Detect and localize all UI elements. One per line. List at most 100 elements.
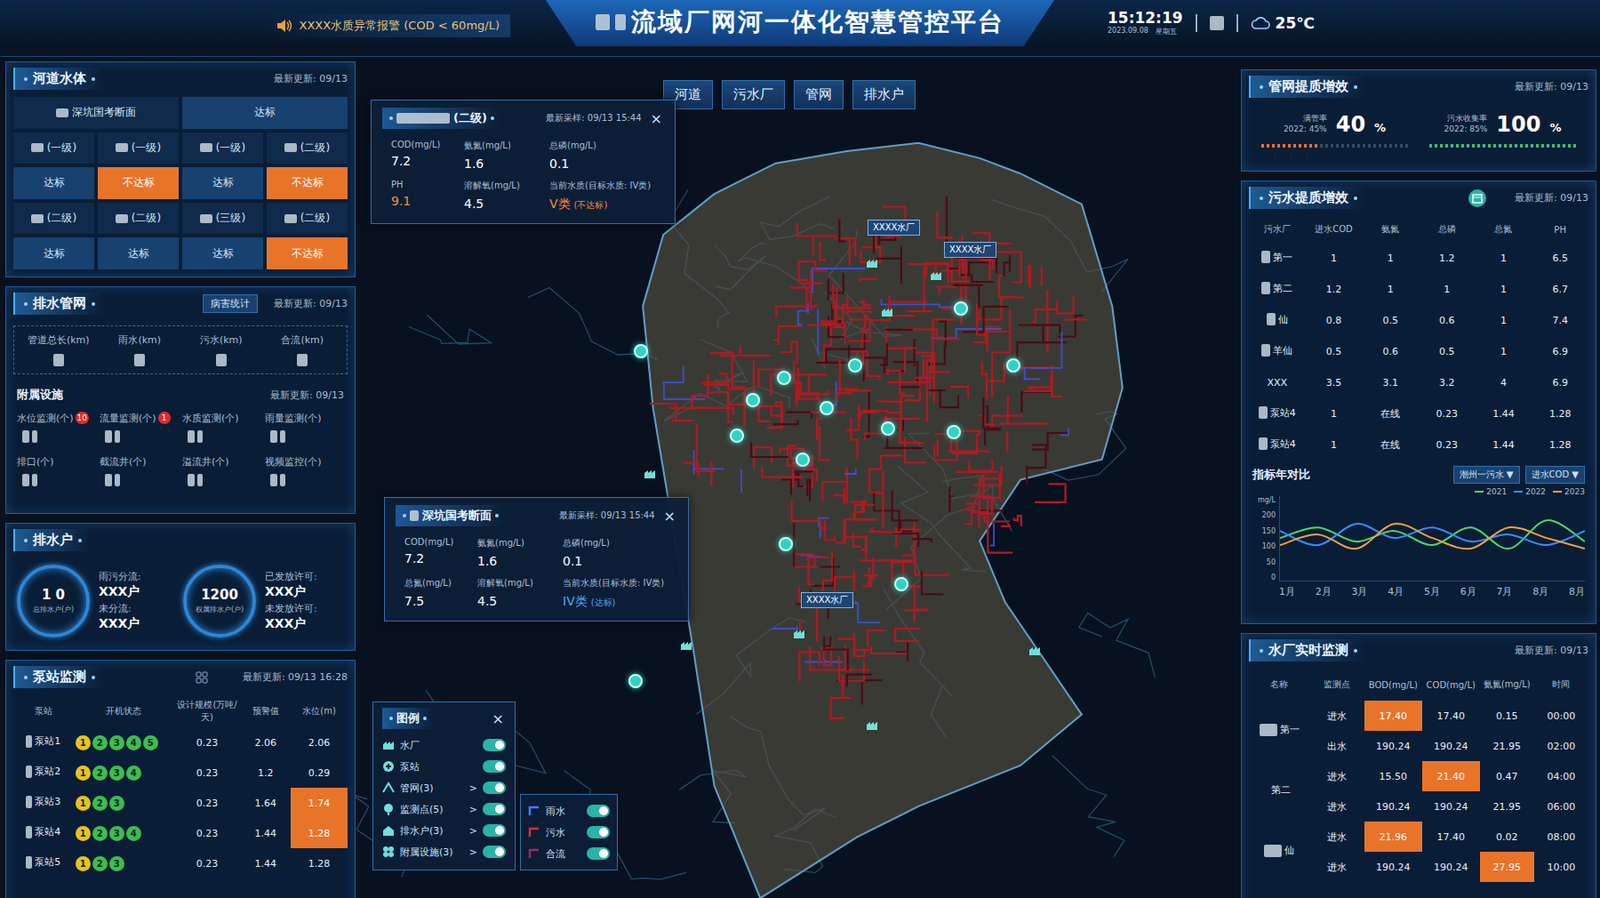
- expand-arrow[interactable]: >: [469, 824, 478, 837]
- toggle-switch[interactable]: [586, 804, 610, 817]
- reading-cell: 27.95: [1480, 851, 1535, 882]
- chart-select[interactable]: 进水COD ▼: [1525, 465, 1585, 484]
- masked-text: [25, 856, 32, 869]
- pipe-line: [862, 410, 903, 413]
- y-axis: mg/L200150100500: [1252, 496, 1276, 582]
- pipe-line: [781, 341, 798, 364]
- table-cell: 0.6: [1418, 304, 1476, 336]
- pipe-line: [822, 467, 848, 504]
- status-dot: 4: [126, 765, 142, 781]
- station-label: (三级): [216, 210, 246, 226]
- toggle-switch[interactable]: [482, 824, 506, 837]
- monitor-pin[interactable]: [776, 370, 792, 385]
- monitor-pin[interactable]: [819, 400, 834, 416]
- sewage-row: XXX3.53.13.246.9: [1248, 367, 1589, 399]
- plant-name: 羊仙: [1261, 344, 1293, 358]
- facility-name: 溢流井(个): [182, 455, 230, 469]
- pump-scale: 0.23: [173, 757, 240, 788]
- panel-title: 管网提质增效: [1248, 75, 1367, 98]
- close-button[interactable]: ×: [662, 507, 678, 525]
- station-status: 达标: [182, 167, 264, 200]
- pipe-line: [884, 368, 906, 394]
- monitor-pin[interactable]: [729, 428, 744, 443]
- chart-select[interactable]: 潮州一污水 ▼: [1453, 465, 1520, 484]
- toggle-switch[interactable]: [482, 738, 506, 752]
- monitor-pin[interactable]: [848, 358, 863, 373]
- monitor-pin[interactable]: [946, 424, 961, 440]
- map-tab[interactable]: 排水户: [852, 80, 916, 110]
- pipe-line: [864, 357, 885, 382]
- masked-text: [115, 214, 128, 224]
- plant-name-text: 仙: [1284, 843, 1295, 857]
- pipe-line: [792, 522, 795, 568]
- popup-title: 深坑国考断面: [395, 504, 506, 527]
- plant-name: 仙: [1264, 843, 1295, 857]
- plant-label[interactable]: XXXX水厂: [867, 219, 920, 236]
- pipe-line: [1004, 255, 1010, 277]
- table-cell: 1: [1361, 242, 1419, 274]
- monitor-pin[interactable]: [1006, 358, 1021, 373]
- plant-label[interactable]: XXXX水厂: [944, 241, 997, 258]
- close-button[interactable]: ×: [490, 710, 506, 728]
- pump-status: 123: [73, 787, 175, 818]
- masked-text: [1258, 406, 1268, 419]
- monitor-pin[interactable]: [628, 673, 643, 688]
- sewage-table: 污水厂进水COD氨氮总磷总氮PH第一111.216.5第二1.21116.7仙0…: [1248, 216, 1589, 461]
- panel-body: 污水厂进水COD氨氮总磷总氮PH第一111.216.5第二1.21116.7仙0…: [1241, 212, 1596, 624]
- clock-time: 15:12:19: [1107, 8, 1184, 27]
- pipe-line: [794, 553, 818, 567]
- map-tab[interactable]: 管网: [793, 80, 844, 110]
- expand-arrow[interactable]: >: [469, 803, 478, 816]
- legend-label: 排水户(3): [400, 824, 464, 838]
- pipe-line: [820, 565, 841, 568]
- legend-swatch: [1552, 490, 1562, 493]
- masked-text: [197, 473, 203, 487]
- panel-title-text: 污水提质增效: [1268, 189, 1349, 207]
- station-name: (二级): [266, 202, 348, 235]
- close-button[interactable]: ×: [648, 110, 664, 128]
- masked-text: [200, 214, 213, 224]
- facility-value: [264, 430, 344, 443]
- toggle-switch[interactable]: [482, 760, 506, 773]
- status-dot: 3: [109, 825, 125, 841]
- pipe-line: [988, 363, 1005, 382]
- pump-warning: 1.44: [240, 848, 291, 879]
- alert-banner[interactable]: XXXX水质异常报警 (COD < 60mg/L): [265, 14, 511, 38]
- toggle-switch[interactable]: [586, 847, 610, 860]
- monitor-pin[interactable]: [795, 452, 810, 467]
- pipe-line: [846, 405, 859, 431]
- pipe-line: [914, 340, 917, 368]
- river-panel: 河道水体最新更新: 09/13深坑国考断面达标(一级)(一级)(一级)(二级)达…: [5, 61, 356, 278]
- monitor-pin[interactable]: [894, 576, 909, 592]
- row-value: XXX户: [98, 616, 142, 632]
- pipe-line: [914, 552, 949, 576]
- pipe-line: [984, 515, 1010, 521]
- pipe-stat: 雨水(km): [101, 333, 180, 367]
- toggle-switch[interactable]: [482, 802, 506, 816]
- kpi-values: 污水收集率2022: 85%100%: [1429, 112, 1576, 137]
- monitor-pin[interactable]: [633, 344, 648, 359]
- legend-title: 图例: [382, 707, 434, 729]
- expand-arrow[interactable]: >: [469, 846, 478, 858]
- toggle-switch[interactable]: [586, 825, 610, 839]
- monitor-pin[interactable]: [778, 536, 793, 552]
- pipe-line: [776, 304, 816, 318]
- monitor-pin[interactable]: [953, 301, 968, 316]
- reading-cell: 17.40: [1364, 700, 1423, 731]
- pipe-line: [835, 519, 867, 543]
- stats-button[interactable]: 病害统计: [202, 294, 258, 313]
- toggle-knob: [495, 740, 504, 750]
- metric-label: 总磷(mg/L): [549, 139, 664, 152]
- toggle-knob: [599, 806, 608, 816]
- plant-label[interactable]: XXXX水厂: [800, 592, 854, 608]
- toggle-switch[interactable]: [482, 781, 506, 794]
- panel-title: 排水管网: [13, 292, 104, 315]
- reading-time: 04:00: [1534, 760, 1589, 792]
- toggle-switch[interactable]: [482, 845, 506, 858]
- expand-arrow[interactable]: >: [469, 782, 478, 794]
- stream-line: [528, 287, 658, 360]
- map-tab[interactable]: 污水厂: [721, 80, 785, 110]
- facility-item: 雨量监测(个): [264, 411, 344, 443]
- masked-text: [32, 473, 38, 487]
- monitor-pin[interactable]: [880, 421, 896, 436]
